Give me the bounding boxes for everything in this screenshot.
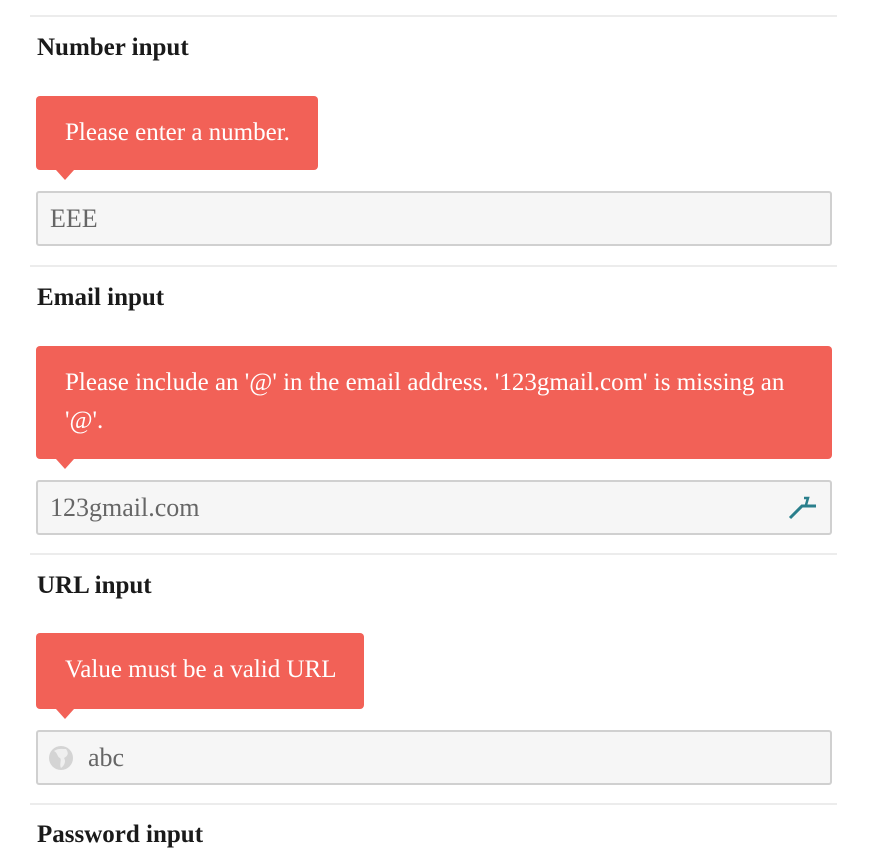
- email-error-tooltip: Please include an '@' in the email addre…: [36, 346, 832, 469]
- number-input-field[interactable]: [50, 193, 780, 244]
- divider: [30, 553, 837, 555]
- divider: [30, 15, 837, 17]
- divider: [30, 803, 837, 805]
- url-error-tooltip: Value must be a valid URL: [36, 633, 365, 719]
- number-input-heading: Number input: [37, 34, 189, 61]
- divider: [30, 265, 837, 267]
- number-error-tooltip: Please enter a number.: [36, 96, 318, 180]
- url-input[interactable]: [36, 730, 832, 785]
- globe-icon: [49, 746, 73, 770]
- number-input[interactable]: [36, 191, 832, 246]
- password-input-heading: Password input: [37, 821, 204, 848]
- email-input-field[interactable]: [50, 482, 780, 533]
- url-input-heading: URL input: [37, 572, 152, 599]
- email-input[interactable]: [36, 480, 832, 535]
- url-input-field[interactable]: [88, 732, 780, 783]
- email-input-heading: Email input: [37, 284, 165, 311]
- autofill-icon[interactable]: [784, 494, 822, 522]
